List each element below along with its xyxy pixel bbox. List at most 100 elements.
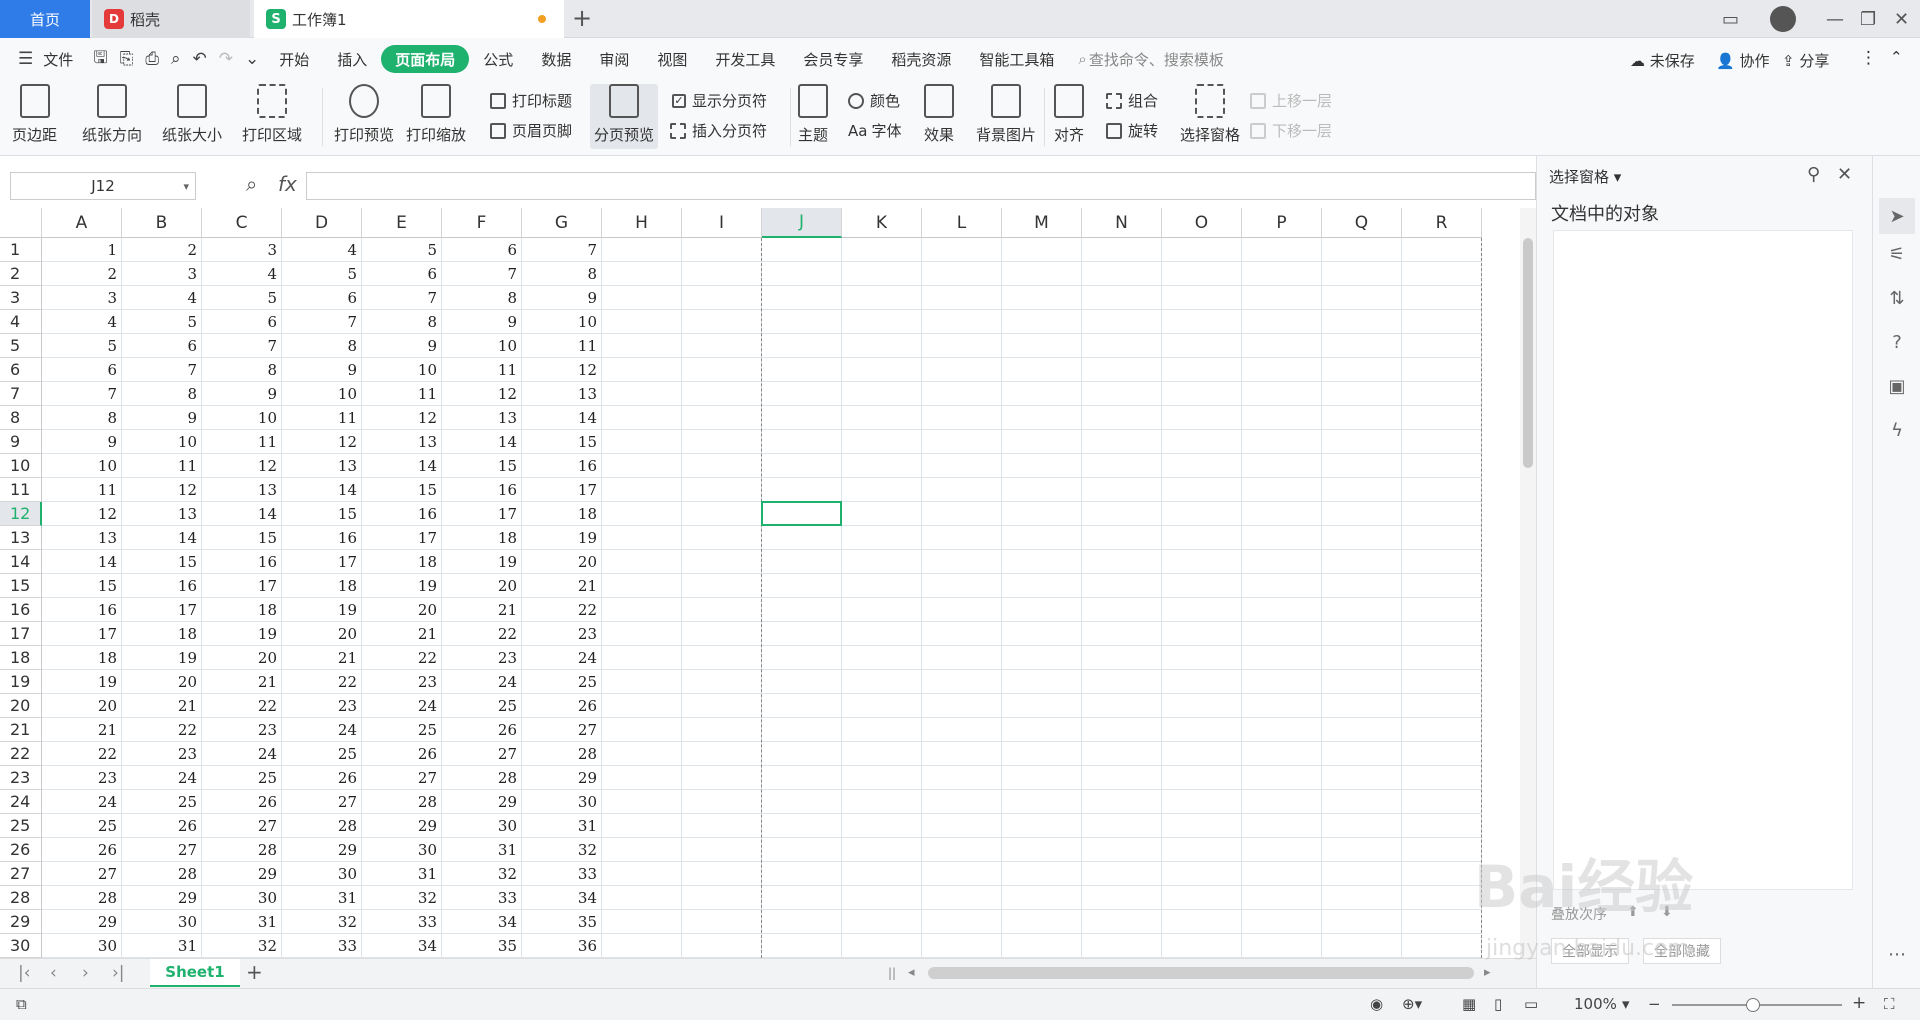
cell[interactable] [1162, 502, 1242, 526]
cell[interactable] [602, 862, 682, 886]
cell[interactable]: 11 [42, 478, 122, 502]
cell[interactable] [1002, 502, 1082, 526]
cell[interactable]: 23 [522, 622, 602, 646]
cell[interactable]: 8 [282, 334, 362, 358]
row-header[interactable]: 10 [0, 454, 42, 478]
cell[interactable]: 20 [522, 550, 602, 574]
cell[interactable]: 5 [202, 286, 282, 310]
cell[interactable]: 18 [42, 646, 122, 670]
cell[interactable]: 29 [442, 790, 522, 814]
cell[interactable] [1402, 238, 1482, 262]
cell[interactable] [1002, 478, 1082, 502]
cell[interactable] [1322, 358, 1402, 382]
cell[interactable] [1242, 550, 1322, 574]
more-chevron-icon[interactable]: ⌄ [239, 49, 265, 69]
cell[interactable]: 33 [442, 886, 522, 910]
minimize-icon[interactable]: — [1826, 0, 1844, 38]
cell[interactable] [1082, 262, 1162, 286]
cell[interactable]: 16 [522, 454, 602, 478]
cell[interactable]: 25 [282, 742, 362, 766]
menu-member[interactable]: 会员专享 [789, 45, 877, 73]
row-header[interactable]: 23 [0, 766, 42, 790]
align-button[interactable]: 对齐 [1054, 84, 1084, 145]
cell[interactable] [682, 766, 762, 790]
next-sheet-icon[interactable]: › [82, 963, 89, 983]
cell[interactable] [842, 766, 922, 790]
cell[interactable] [602, 790, 682, 814]
cell[interactable]: 8 [522, 262, 602, 286]
cell[interactable] [1322, 766, 1402, 790]
cell[interactable]: 28 [442, 766, 522, 790]
cell[interactable]: 8 [42, 406, 122, 430]
cell[interactable] [1162, 238, 1242, 262]
cell[interactable] [1002, 382, 1082, 406]
cell[interactable] [842, 406, 922, 430]
macro-icon[interactable]: ⧉ [16, 995, 27, 1013]
cell[interactable]: 27 [42, 862, 122, 886]
cell[interactable] [1322, 598, 1402, 622]
cell[interactable]: 6 [442, 238, 522, 262]
cell[interactable]: 8 [202, 358, 282, 382]
row-header[interactable]: 7 [0, 382, 42, 406]
cell[interactable] [1402, 598, 1482, 622]
cell[interactable] [682, 910, 762, 934]
more-options-icon[interactable]: ⋯ [1885, 942, 1909, 966]
cell[interactable] [842, 670, 922, 694]
cell[interactable] [922, 670, 1002, 694]
cell[interactable]: 6 [42, 358, 122, 382]
cell[interactable]: 24 [42, 790, 122, 814]
cell[interactable]: 23 [362, 670, 442, 694]
cell[interactable] [682, 838, 762, 862]
cell[interactable] [602, 550, 682, 574]
redo-icon[interactable]: ↷ [213, 49, 239, 69]
color-button[interactable]: 颜色 [848, 90, 900, 111]
cell[interactable] [1242, 694, 1322, 718]
cell[interactable]: 13 [282, 454, 362, 478]
cell[interactable] [1002, 790, 1082, 814]
cell[interactable]: 5 [42, 334, 122, 358]
cell[interactable]: 14 [522, 406, 602, 430]
cell[interactable] [682, 430, 762, 454]
cell[interactable] [1162, 334, 1242, 358]
cell[interactable] [1242, 814, 1322, 838]
cell[interactable] [762, 622, 842, 646]
cell[interactable] [1322, 526, 1402, 550]
menu-file[interactable]: 文件 [39, 45, 87, 73]
page-break-preview-button[interactable]: 分页预览 [590, 84, 659, 149]
scroll-right-icon[interactable]: ▸ [1484, 965, 1491, 980]
cell[interactable] [1402, 502, 1482, 526]
cell[interactable] [842, 646, 922, 670]
cell[interactable]: 17 [282, 550, 362, 574]
cell[interactable] [1162, 598, 1242, 622]
cell[interactable]: 12 [522, 358, 602, 382]
cell[interactable] [1162, 550, 1242, 574]
cell[interactable] [602, 814, 682, 838]
cell[interactable] [762, 574, 842, 598]
cell[interactable] [1002, 622, 1082, 646]
cell[interactable] [1162, 694, 1242, 718]
lightning-icon[interactable]: ϟ [1885, 418, 1909, 442]
cell[interactable] [922, 382, 1002, 406]
cell[interactable] [842, 622, 922, 646]
selection-pane-button[interactable]: 选择窗格 [1180, 84, 1240, 145]
print-icon[interactable]: ⎙ [139, 49, 165, 69]
cell[interactable] [1242, 742, 1322, 766]
page-break-view-icon[interactable]: ▭ [1524, 995, 1538, 1013]
cell[interactable]: 29 [42, 910, 122, 934]
cell[interactable] [1002, 670, 1082, 694]
cell[interactable]: 12 [122, 478, 202, 502]
cell[interactable]: 26 [282, 766, 362, 790]
cell[interactable] [682, 694, 762, 718]
cell[interactable] [1322, 334, 1402, 358]
cell[interactable] [762, 934, 842, 958]
row-header[interactable]: 14 [0, 550, 42, 574]
cell[interactable] [602, 478, 682, 502]
command-search[interactable]: 查找命令、搜索模板 [1089, 49, 1224, 70]
last-sheet-icon[interactable]: ›| [112, 963, 125, 983]
cell[interactable] [922, 646, 1002, 670]
cell[interactable]: 21 [522, 574, 602, 598]
cell[interactable]: 6 [202, 310, 282, 334]
cell[interactable] [1162, 862, 1242, 886]
cell[interactable] [602, 406, 682, 430]
cell[interactable]: 29 [522, 766, 602, 790]
